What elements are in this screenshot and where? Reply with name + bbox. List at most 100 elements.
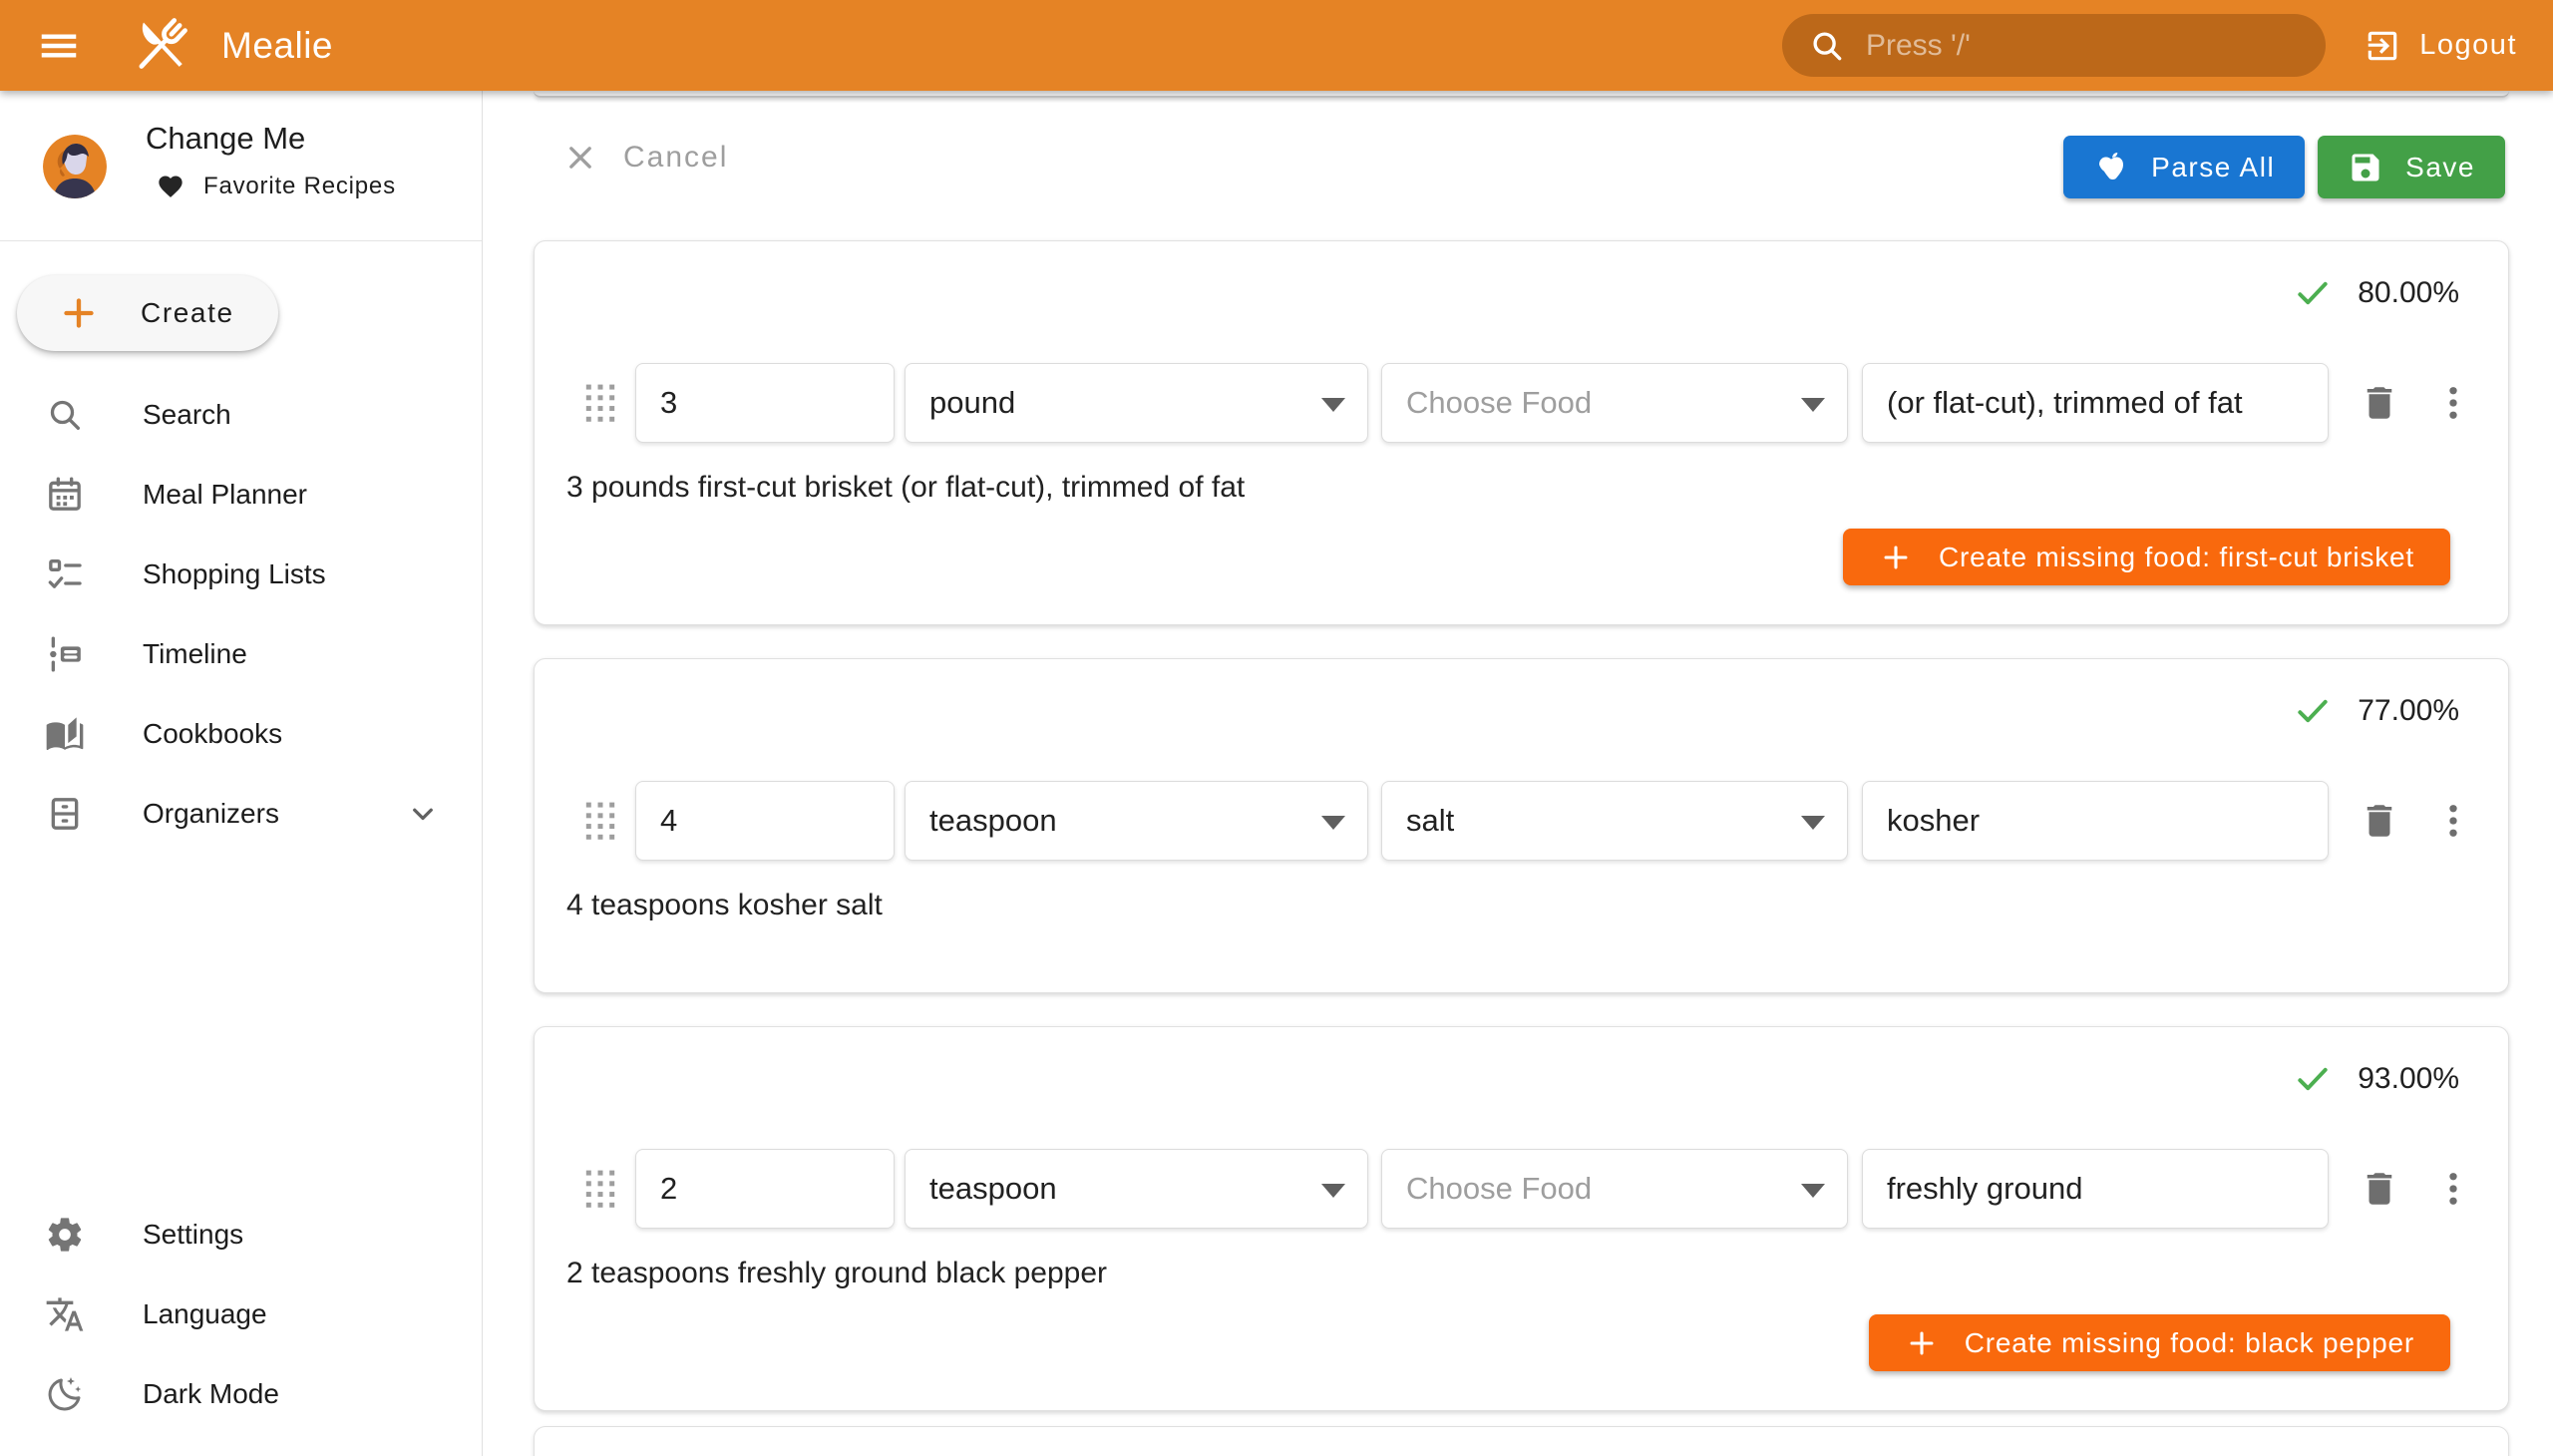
translate-icon bbox=[45, 1294, 85, 1334]
confidence-row: 80.00% bbox=[566, 271, 2476, 315]
drag-handle-icon[interactable] bbox=[577, 794, 623, 848]
ingredient-menu-button[interactable] bbox=[2430, 798, 2476, 844]
food-select[interactable]: Choose Food bbox=[1381, 1149, 1848, 1229]
create-missing-food-button[interactable]: Create missing food: first-cut brisket bbox=[1843, 529, 2450, 585]
missing-food-row: Create missing food: first-cut brisket bbox=[566, 529, 2476, 585]
check-icon bbox=[2294, 274, 2332, 312]
ingredient-card: 93.00% teaspoon Choose Food 2 teaspoons … bbox=[534, 1026, 2509, 1411]
create-button-label: Create bbox=[141, 297, 234, 329]
logout-icon bbox=[2364, 27, 2401, 65]
sidebar-nav: Search Meal Planner Shopping Lists Timel… bbox=[0, 375, 481, 854]
apple-icon bbox=[2093, 150, 2129, 185]
delete-ingredient-button[interactable] bbox=[2357, 798, 2402, 844]
confidence-value: 80.00% bbox=[2358, 276, 2459, 310]
search-placeholder: Press '/' bbox=[1866, 29, 1971, 63]
ingredient-card: 80.00% pound Choose Food 3 pounds first-… bbox=[534, 240, 2509, 625]
ingredient-card: 77.00% teaspoon salt 4 teaspoons kosher … bbox=[534, 658, 2509, 993]
save-button[interactable]: Save bbox=[2318, 136, 2505, 198]
sidebar-item-timeline[interactable]: Timeline bbox=[0, 614, 481, 694]
note-input[interactable] bbox=[1862, 363, 2329, 443]
save-label: Save bbox=[2405, 152, 2475, 183]
toolbar-actions: Parse All Save bbox=[2063, 136, 2505, 198]
parse-all-button[interactable]: Parse All bbox=[2063, 136, 2305, 198]
quantity-input[interactable] bbox=[635, 363, 895, 443]
chevron-down-icon[interactable] bbox=[405, 796, 441, 832]
drag-handle-icon[interactable] bbox=[577, 376, 623, 430]
sidebar-item-organizers[interactable]: Organizers bbox=[0, 774, 481, 854]
favorite-recipes-link[interactable]: Favorite Recipes bbox=[157, 173, 396, 200]
delete-ingredient-button[interactable] bbox=[2357, 380, 2402, 426]
unit-select[interactable]: teaspoon bbox=[905, 781, 1368, 861]
close-icon bbox=[563, 141, 597, 175]
logout-label: Logout bbox=[2419, 29, 2517, 62]
main-content: Cancel Parse All Save 80.00% pound Choos… bbox=[483, 91, 2553, 1456]
create-button[interactable]: Create bbox=[17, 275, 278, 351]
logout-button[interactable]: Logout bbox=[2354, 0, 2527, 91]
mealie-logo-icon bbox=[128, 13, 193, 79]
ingredient-menu-button[interactable] bbox=[2430, 380, 2476, 426]
sidebar-item-language[interactable]: Language bbox=[0, 1274, 481, 1354]
parse-all-label: Parse All bbox=[2151, 152, 2275, 183]
quantity-input[interactable] bbox=[635, 1149, 895, 1229]
cancel-label: Cancel bbox=[623, 141, 728, 175]
unit-select[interactable]: teaspoon bbox=[905, 1149, 1368, 1229]
trash-icon bbox=[2359, 1168, 2400, 1210]
kebab-menu-icon bbox=[2432, 1168, 2474, 1210]
missing-food-row: Create missing food: black pepper bbox=[566, 1314, 2476, 1371]
note-input[interactable] bbox=[1862, 781, 2329, 861]
sidebar-item-settings[interactable]: Settings bbox=[0, 1195, 481, 1274]
food-select[interactable]: salt bbox=[1381, 781, 1848, 861]
create-missing-food-button[interactable]: Create missing food: black pepper bbox=[1869, 1314, 2450, 1371]
scrolled-card-edge bbox=[534, 91, 2509, 98]
moon-icon bbox=[45, 1374, 85, 1414]
cancel-button[interactable]: Cancel bbox=[563, 141, 728, 175]
sidebar-bottom-nav: Settings Language Dark Mode bbox=[0, 1195, 481, 1434]
app-bar: Mealie Press '/' Logout bbox=[0, 0, 2553, 91]
kebab-menu-icon bbox=[2432, 382, 2474, 424]
food-select[interactable]: Choose Food bbox=[1381, 363, 1848, 443]
ingredient-fields-row: teaspoon Choose Food bbox=[566, 1149, 2476, 1229]
search-icon bbox=[45, 395, 85, 435]
sidebar-item-dark-mode[interactable]: Dark Mode bbox=[0, 1354, 481, 1434]
note-input[interactable] bbox=[1862, 1149, 2329, 1229]
unit-select[interactable]: pound bbox=[905, 363, 1368, 443]
ingredient-fields-row: pound Choose Food bbox=[566, 363, 2476, 443]
sidebar-divider bbox=[0, 240, 482, 241]
delete-ingredient-button[interactable] bbox=[2357, 1166, 2402, 1212]
search-input[interactable]: Press '/' bbox=[1782, 14, 2326, 77]
floppy-icon bbox=[2348, 150, 2383, 185]
kebab-menu-icon bbox=[2432, 800, 2474, 842]
heart-icon bbox=[157, 173, 184, 200]
sidebar-item-search[interactable]: Search bbox=[0, 375, 481, 455]
sidebar: Change Me Favorite Recipes Create Search… bbox=[0, 91, 483, 1456]
menu-icon[interactable] bbox=[36, 23, 82, 69]
plus-icon bbox=[1879, 541, 1913, 574]
profile-name: Change Me bbox=[146, 121, 305, 157]
search-icon bbox=[1808, 27, 1846, 65]
confidence-value: 77.00% bbox=[2358, 694, 2459, 728]
confidence-value: 93.00% bbox=[2358, 1062, 2459, 1096]
next-ingredient-card-partial bbox=[534, 1426, 2509, 1456]
ingredient-menu-button[interactable] bbox=[2430, 1166, 2476, 1212]
sidebar-item-cookbooks[interactable]: Cookbooks bbox=[0, 694, 481, 774]
timeline-icon bbox=[45, 634, 85, 674]
ingredient-fields-row: teaspoon salt bbox=[566, 781, 2476, 861]
favorite-recipes-label: Favorite Recipes bbox=[203, 173, 396, 200]
gear-icon bbox=[45, 1215, 85, 1255]
check-icon bbox=[2294, 1060, 2332, 1098]
quantity-input[interactable] bbox=[635, 781, 895, 861]
book-icon bbox=[45, 714, 85, 754]
calendar-icon bbox=[45, 475, 85, 515]
parsed-ingredient-text: 3 pounds first-cut brisket (or flat-cut)… bbox=[566, 471, 2476, 505]
checklist-icon bbox=[45, 554, 85, 594]
sidebar-item-meal-planner[interactable]: Meal Planner bbox=[0, 455, 481, 535]
confidence-row: 93.00% bbox=[566, 1057, 2476, 1101]
ingredient-card-list: 80.00% pound Choose Food 3 pounds first-… bbox=[534, 240, 2509, 1411]
drag-handle-icon[interactable] bbox=[577, 1162, 623, 1216]
trash-icon bbox=[2359, 382, 2400, 424]
trash-icon bbox=[2359, 800, 2400, 842]
sidebar-item-shopping-lists[interactable]: Shopping Lists bbox=[0, 535, 481, 614]
avatar[interactable] bbox=[43, 135, 107, 198]
app-title: Mealie bbox=[221, 25, 333, 67]
cabinet-icon bbox=[45, 794, 85, 834]
